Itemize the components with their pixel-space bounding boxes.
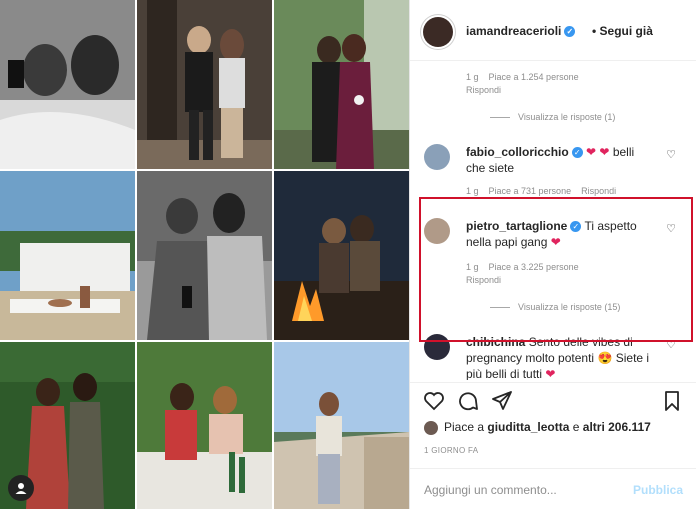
- photo-tile[interactable]: [274, 171, 409, 340]
- emoji: ❤ ❤: [586, 145, 610, 159]
- reply-button[interactable]: Rispondi: [466, 85, 501, 95]
- like-comment-icon[interactable]: ♡: [666, 148, 676, 161]
- user-tags-button[interactable]: [8, 475, 34, 501]
- publish-button[interactable]: Pubblica: [633, 483, 683, 497]
- comment-likes[interactable]: Piace a 731 persone: [489, 186, 572, 196]
- profile-username[interactable]: iamandreacerioli ✓: [466, 24, 576, 38]
- avatar[interactable]: [424, 144, 450, 170]
- share-icon[interactable]: [490, 389, 514, 413]
- post-date: 1 GIORNO FA: [424, 446, 479, 455]
- photo-tile[interactable]: [0, 342, 135, 509]
- comment-time: 1 g: [466, 186, 479, 196]
- comment-time: 1 g: [466, 72, 479, 82]
- comment-likes[interactable]: Piace a 1.254 persone: [489, 72, 579, 82]
- verified-badge-icon: ✓: [564, 26, 576, 38]
- photo-tile[interactable]: [0, 0, 135, 169]
- add-comment-bar: Aggiungi un commento... Pubblica: [410, 468, 696, 510]
- post-header: iamandreacerioli ✓ • Segui già: [410, 0, 696, 61]
- photo-tile[interactable]: [274, 342, 409, 509]
- photo-tile[interactable]: [137, 171, 272, 340]
- post-actions-bar: [410, 382, 696, 419]
- comment-username[interactable]: fabio_colloricchio: [466, 145, 569, 159]
- view-replies-button[interactable]: Visualizza le risposte (1): [490, 112, 615, 122]
- divider: [490, 117, 510, 119]
- bookmark-icon[interactable]: [660, 389, 684, 413]
- emoji: 😍: [597, 351, 613, 365]
- comment-text: fabio_colloricchio ✓ ❤ ❤ belli che siete: [466, 145, 635, 175]
- heart-outline-icon[interactable]: [422, 389, 446, 413]
- comment-input[interactable]: Aggiungi un commento...: [424, 483, 557, 497]
- comment-icon[interactable]: [456, 389, 480, 413]
- likes-summary[interactable]: Piace a giuditta_leotta e altri 206.117: [424, 420, 651, 435]
- avatar: [424, 420, 438, 435]
- separator-dot: •: [592, 24, 597, 38]
- highlight-box: [419, 197, 693, 342]
- follow-status[interactable]: • Segui già: [592, 24, 653, 38]
- photo-tile[interactable]: [137, 342, 272, 509]
- reply-button[interactable]: Rispondi: [581, 186, 616, 196]
- photo-tile[interactable]: [137, 0, 272, 169]
- photo-grid: [0, 0, 409, 509]
- follow-label[interactable]: Segui già: [600, 24, 653, 38]
- liker-username[interactable]: giuditta_leotta: [487, 420, 569, 434]
- user-icon: [15, 483, 27, 494]
- avatar[interactable]: [423, 17, 453, 47]
- emoji: ❤: [545, 367, 556, 380]
- photo-tile[interactable]: [0, 171, 135, 340]
- other-likes[interactable]: altri 206.117: [583, 420, 651, 434]
- photo-tile[interactable]: [274, 0, 409, 169]
- verified-badge-icon: ✓: [571, 147, 583, 159]
